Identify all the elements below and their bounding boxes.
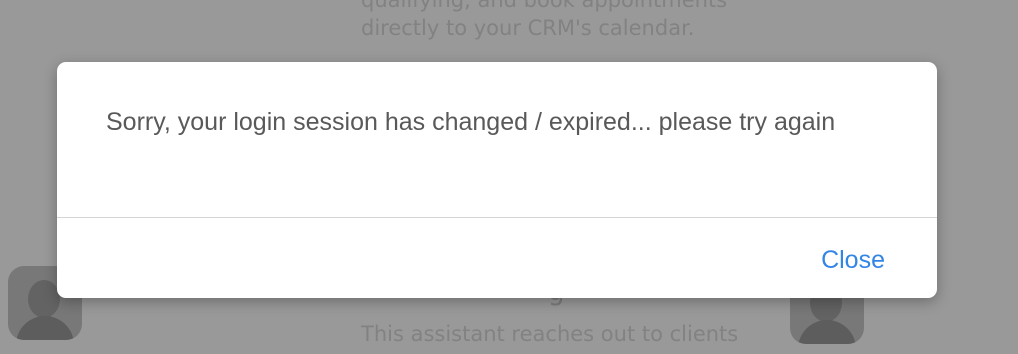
dialog-divider — [57, 217, 937, 218]
session-expired-dialog: Sorry, your login session has changed / … — [57, 62, 937, 298]
close-button[interactable]: Close — [821, 243, 885, 277]
dialog-message: Sorry, your login session has changed / … — [106, 108, 836, 136]
